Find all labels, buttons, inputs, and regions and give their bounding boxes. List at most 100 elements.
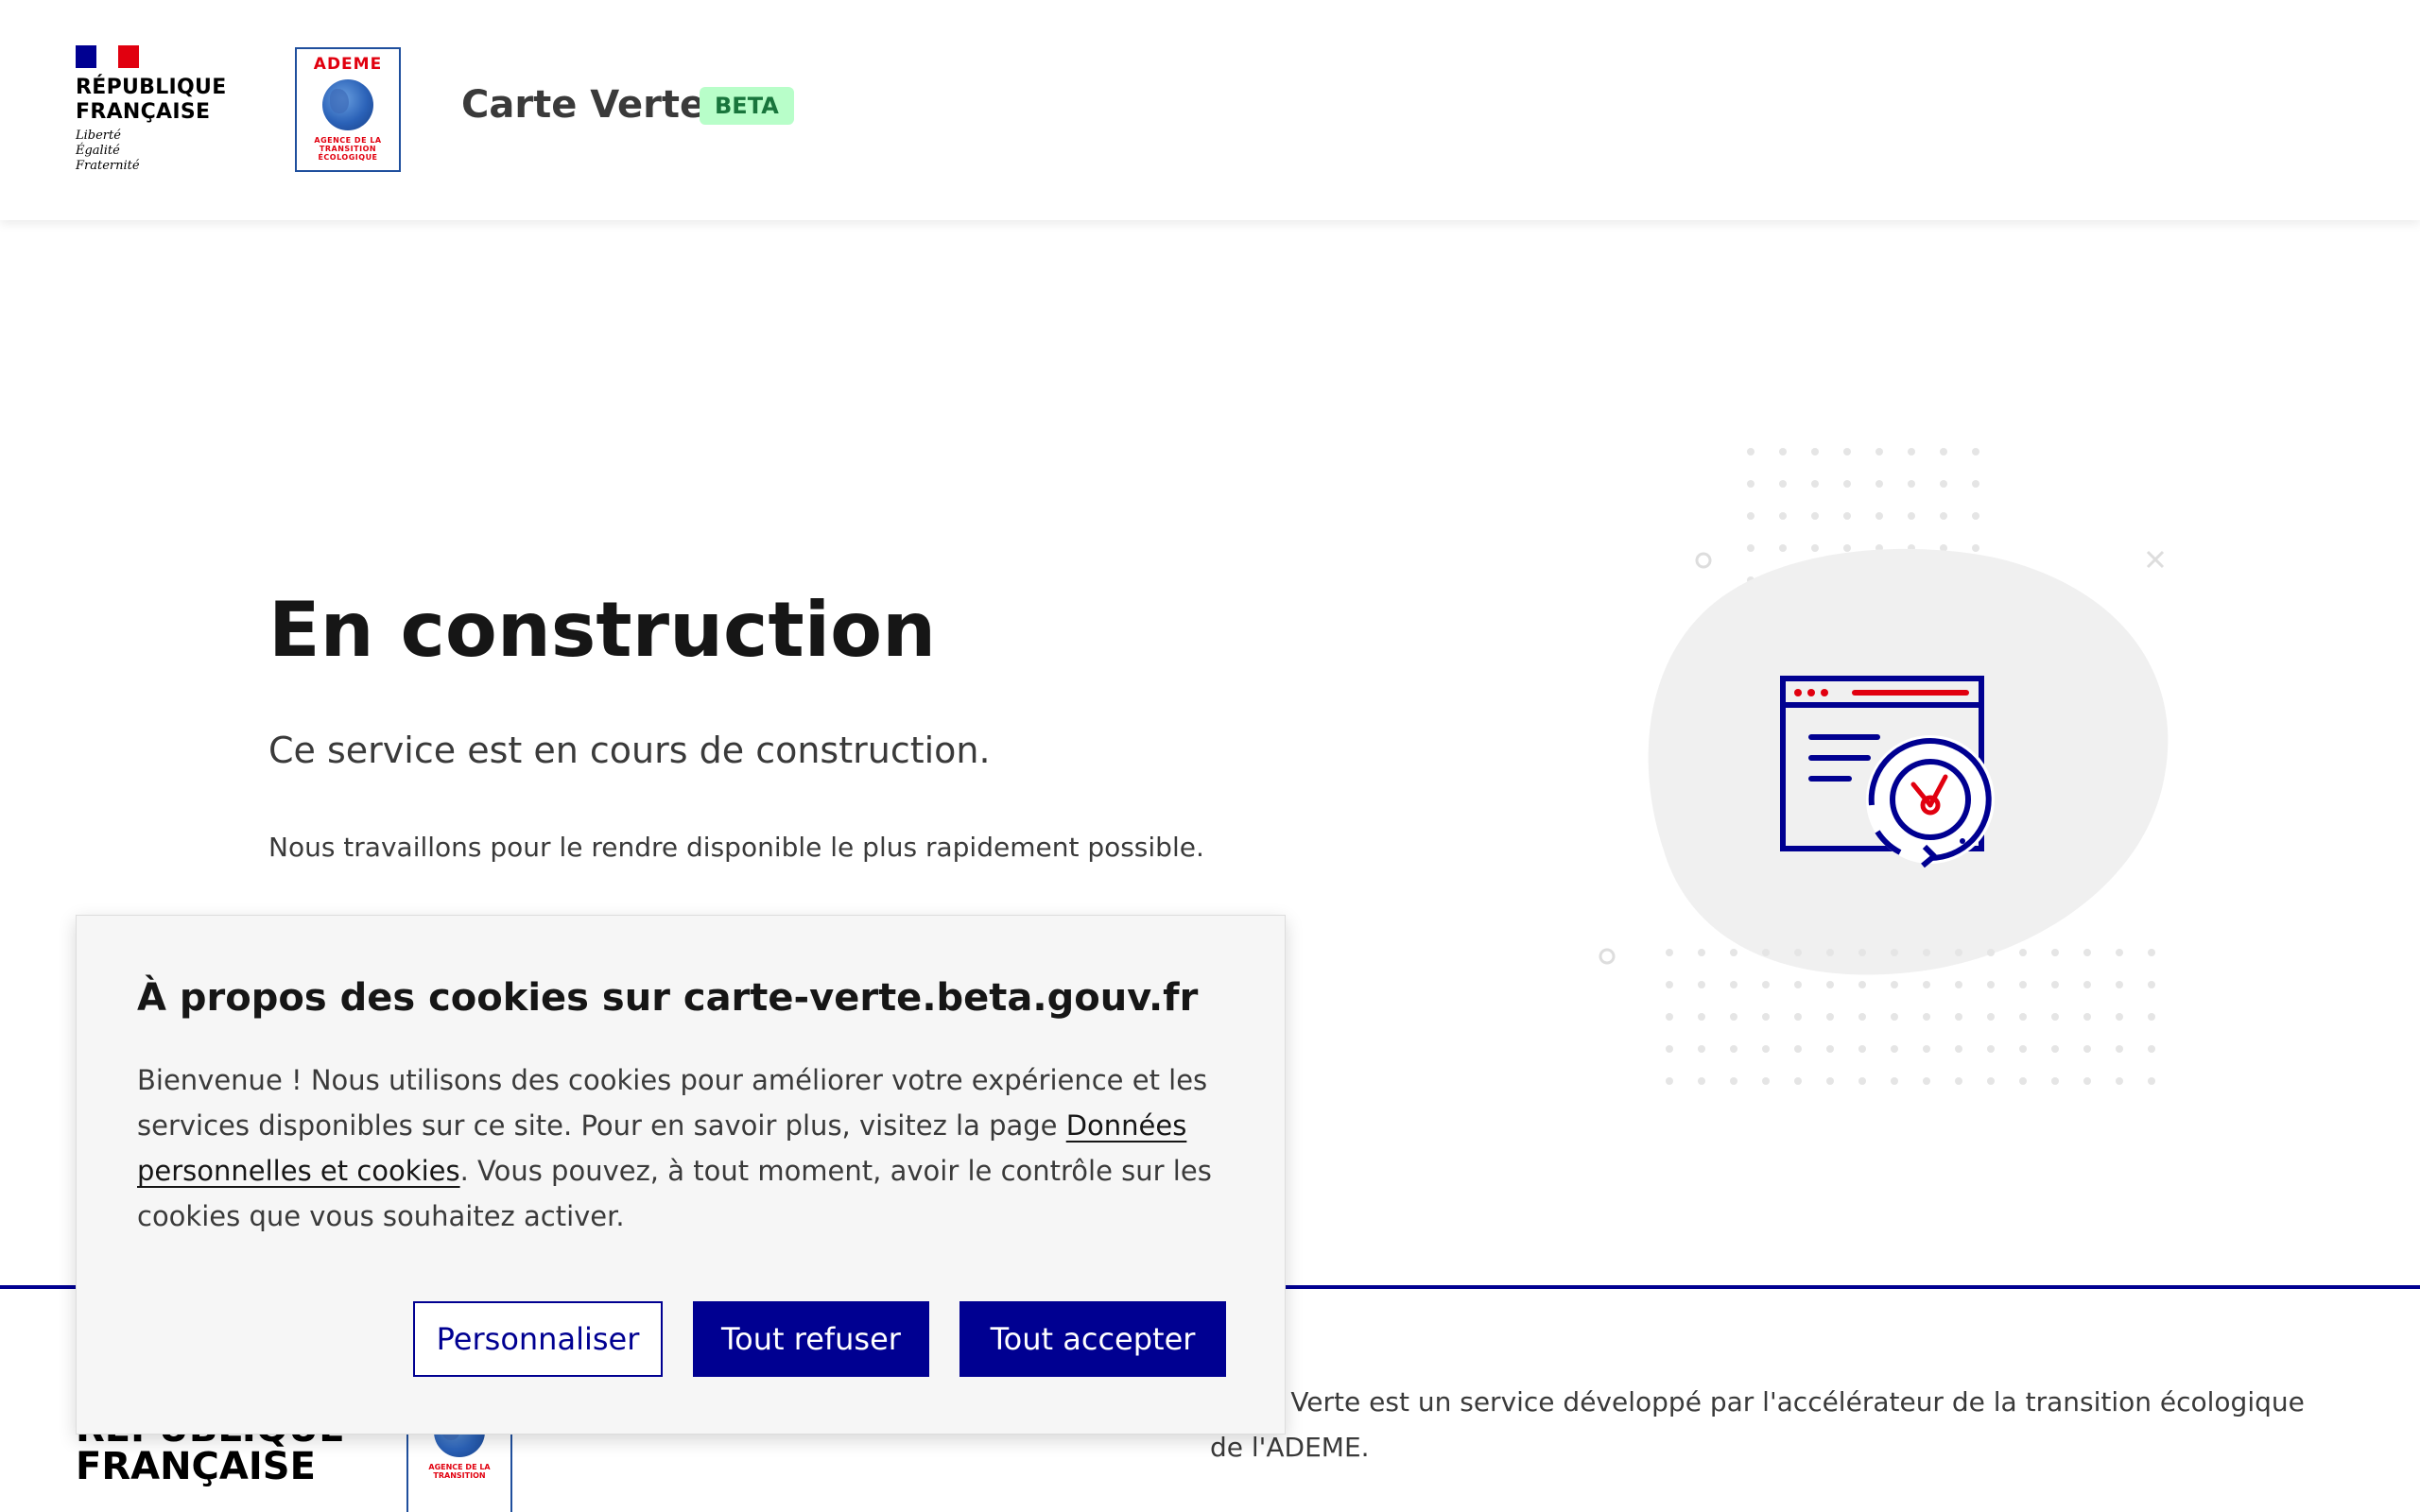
accept-all-cookies-button[interactable]: Tout accepter — [959, 1301, 1226, 1377]
dot-decoration — [2019, 981, 2027, 988]
dot-decoration — [1972, 544, 1979, 552]
dot-decoration — [1826, 981, 1834, 988]
dot-decoration — [2083, 1013, 2091, 1021]
dot-decoration — [1811, 544, 1819, 552]
dot-decoration — [1811, 512, 1819, 520]
dot-decoration — [1955, 981, 1962, 988]
dot-decoration — [1698, 981, 1705, 988]
dot-decoration — [1843, 448, 1851, 455]
dot-decoration — [1730, 949, 1737, 956]
dot-decoration — [1747, 544, 1754, 552]
republique-motto: Liberté Égalité Fraternité — [76, 129, 140, 173]
dot-decoration — [1876, 480, 1883, 488]
dot-decoration — [1779, 448, 1787, 455]
dot-decoration — [1811, 480, 1819, 488]
dot-decoration — [1762, 1077, 1770, 1085]
dot-decoration — [1826, 949, 1834, 956]
service-title[interactable]: Carte Verte — [461, 83, 705, 127]
dot-decoration — [1811, 448, 1819, 455]
dot-decoration — [2148, 1045, 2155, 1053]
dot-decoration — [1972, 480, 1979, 488]
dot-decoration — [1762, 949, 1770, 956]
dot-decoration — [2019, 1077, 2027, 1085]
dot-decoration — [1698, 1077, 1705, 1085]
dot-decoration — [1826, 1045, 1834, 1053]
dot-decoration — [1987, 1077, 1995, 1085]
dot-decoration — [1747, 448, 1754, 455]
dot-decoration — [1666, 1013, 1673, 1021]
dot-decoration — [2083, 981, 2091, 988]
dot-decoration — [1955, 949, 1962, 956]
dot-decoration — [1747, 512, 1754, 520]
dot-decoration — [1826, 1077, 1834, 1085]
dot-decoration — [2019, 1045, 2027, 1053]
cookie-banner-title: À propos des cookies sur carte-verte.bet… — [137, 976, 1199, 1020]
republique-francaise-name: RÉPUBLIQUE FRANÇAISE — [76, 76, 227, 124]
dot-decoration — [1779, 512, 1787, 520]
dot-decoration — [2019, 949, 2027, 956]
circle-decoration-icon — [1599, 948, 1616, 965]
dot-decoration — [1876, 512, 1883, 520]
dot-decoration — [2148, 1077, 2155, 1085]
dot-decoration — [1779, 480, 1787, 488]
construction-illustration — [1599, 448, 2169, 1085]
dot-decoration — [1923, 1045, 1930, 1053]
footer-about-text: Carte Verte est un service développé par… — [1210, 1386, 2305, 1463]
dot-decoration — [1858, 1045, 1866, 1053]
dot-decoration — [1826, 1013, 1834, 1021]
dot-decoration — [1858, 981, 1866, 988]
dot-decoration — [1730, 981, 1737, 988]
dot-decoration — [2116, 981, 2123, 988]
dot-decoration — [2051, 981, 2059, 988]
dot-decoration — [2019, 1013, 2027, 1021]
dot-decoration — [1955, 1013, 1962, 1021]
dot-decoration — [1908, 512, 1915, 520]
dot-decoration — [2051, 1045, 2059, 1053]
dot-decoration — [1762, 981, 1770, 988]
dot-decoration — [1972, 448, 1979, 455]
dot-decoration — [1858, 1077, 1866, 1085]
site-header: RÉPUBLIQUE FRANÇAISE Liberté Égalité Fra… — [0, 0, 2420, 220]
cookie-consent-banner: À propos des cookies sur carte-verte.bet… — [76, 915, 1286, 1435]
dot-decoration — [1955, 1045, 1962, 1053]
dot-decoration — [1940, 448, 1947, 455]
dot-decoration — [1923, 1013, 1930, 1021]
dot-decoration — [1858, 1013, 1866, 1021]
dot-decoration — [2116, 949, 2123, 956]
republique-francaise-logo[interactable]: RÉPUBLIQUE FRANÇAISE Liberté Égalité Fra… — [76, 45, 227, 174]
dot-decoration — [2148, 949, 2155, 956]
dot-decoration — [1940, 480, 1947, 488]
page-title: En construction — [268, 586, 937, 674]
dot-decoration — [2083, 949, 2091, 956]
dot-decoration — [2148, 981, 2155, 988]
dot-decoration — [1891, 949, 1898, 956]
dot-decoration — [1876, 448, 1883, 455]
dot-decoration — [1987, 1013, 1995, 1021]
dot-decoration — [1908, 448, 1915, 455]
dot-decoration — [2051, 1077, 2059, 1085]
ademe-logo[interactable]: ADEME AGENCE DE LA TRANSITION ÉCOLOGIQUE — [295, 47, 401, 172]
dot-decoration — [2148, 1013, 2155, 1021]
dot-decoration — [1923, 1077, 1930, 1085]
dot-decoration — [1843, 544, 1851, 552]
dot-decoration — [1666, 1077, 1673, 1085]
customize-cookies-button[interactable]: Personnaliser — [413, 1301, 663, 1377]
page-description: Nous travaillons pour le rendre disponib… — [268, 832, 1204, 863]
dot-decoration — [1747, 480, 1754, 488]
globe-icon — [322, 79, 373, 130]
dot-decoration — [2083, 1045, 2091, 1053]
dot-decoration — [1923, 981, 1930, 988]
dot-decoration — [1858, 949, 1866, 956]
dot-decoration — [1666, 1045, 1673, 1053]
dot-decoration — [1908, 480, 1915, 488]
dot-decoration — [1843, 480, 1851, 488]
dot-decoration — [1698, 1013, 1705, 1021]
dot-decoration — [2051, 1013, 2059, 1021]
dot-decoration — [1666, 949, 1673, 956]
refuse-all-cookies-button[interactable]: Tout refuser — [693, 1301, 929, 1377]
dot-decoration — [2083, 1077, 2091, 1085]
dot-decoration — [1891, 1077, 1898, 1085]
dot-decoration — [1794, 981, 1802, 988]
dot-decoration — [1987, 981, 1995, 988]
dot-decoration — [1666, 981, 1673, 988]
